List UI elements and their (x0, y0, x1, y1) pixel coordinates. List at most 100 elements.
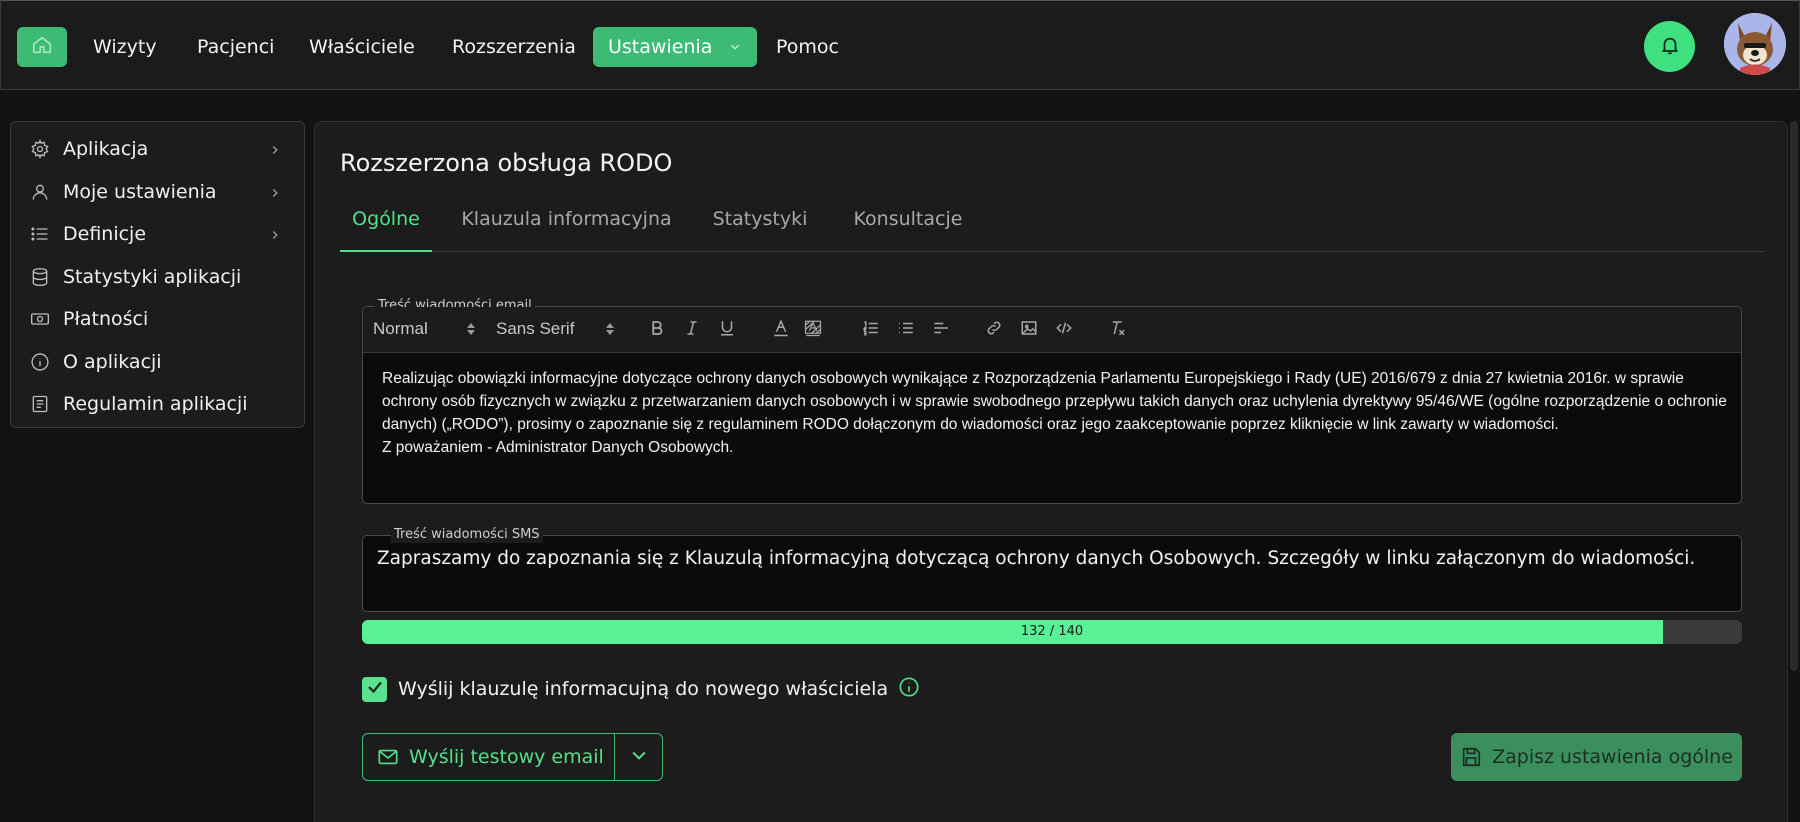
settings-sidebar: Aplikacja Moje ustawienia Definicje Stat… (10, 121, 305, 428)
sidebar-item-definicje[interactable]: Definicje (11, 213, 304, 256)
editor-toolbar: Normal Sans Serif (363, 307, 1741, 353)
background-color-icon (804, 319, 822, 341)
sms-field[interactable]: Treść wiadomości SMS Zapraszamy do zapoz… (362, 527, 1742, 612)
home-icon (31, 34, 53, 60)
chevron-down-icon (728, 28, 742, 68)
image-icon (1020, 319, 1038, 341)
nav-label: Wizyty (93, 36, 157, 58)
nav-label: Właściciele (309, 36, 415, 58)
bullet-list-icon (897, 319, 915, 341)
bold-button[interactable] (645, 319, 669, 341)
align-left-icon (931, 319, 951, 341)
italic-icon (683, 319, 701, 341)
sidebar-item-label: O aplikacji (63, 350, 162, 373)
nav-item-wizyty[interactable]: Wizyty (78, 27, 172, 67)
sidebar-item-statystyki-aplikacji[interactable]: Statystyki aplikacji (11, 256, 304, 299)
top-navbar: Wizyty Pacjenci Właściciele Rozszerzenia… (0, 0, 1800, 90)
email-signature: Z poważaniem - Administrator Danych Osob… (382, 439, 734, 456)
chevron-right-icon (268, 140, 282, 162)
sms-counter: 132 / 140 (1020, 624, 1084, 639)
tab-klauzula-informacyjna[interactable]: Klauzula informacyjna (460, 192, 673, 252)
gear-icon (29, 138, 51, 160)
home-button[interactable] (17, 27, 67, 67)
info-icon (29, 351, 51, 373)
italic-button[interactable] (680, 319, 704, 341)
send-test-email-button[interactable]: Wyślij testowy email (362, 733, 615, 781)
nav-item-pomoc[interactable]: Pomoc (761, 27, 854, 67)
clear-format-icon (1108, 319, 1128, 341)
sidebar-item-aplikacja[interactable]: Aplikacja (11, 128, 304, 171)
tab-konsultacje[interactable]: Konsultacje (848, 192, 968, 252)
email-editor-content[interactable]: Realizując obowiązki informacyjne dotycz… (382, 367, 1742, 459)
send-clause-checkbox[interactable] (362, 676, 387, 702)
user-icon (29, 181, 51, 203)
tab-label: Konsultacje (853, 208, 963, 230)
mail-icon (377, 746, 399, 768)
nav-label: Pomoc (776, 36, 839, 58)
chevron-down-icon (629, 745, 649, 769)
sidebar-item-label: Płatności (63, 308, 149, 331)
link-icon (985, 319, 1003, 341)
bullet-list-button[interactable] (894, 319, 918, 341)
tab-statystyki[interactable]: Statystyki (705, 192, 815, 252)
sidebar-item-regulamin-aplikacji[interactable]: Regulamin aplikacji (11, 383, 304, 426)
nav-label: Pacjenci (197, 36, 275, 58)
sidebar-item-label: Aplikacja (63, 138, 149, 161)
heading-select[interactable]: Normal (373, 319, 481, 339)
nav-item-wlasciciele[interactable]: Właściciele (294, 27, 430, 67)
email-paragraph: Realizując obowiązki informacyjne dotycz… (382, 370, 1727, 433)
database-icon (29, 266, 51, 288)
dog-avatar (1724, 13, 1786, 75)
tab-bar: Ogólne Klauzula informacyjna Statystyki … (340, 192, 1764, 252)
font-select-value: Sans Serif (496, 319, 575, 338)
nav-item-ustawienia[interactable]: Ustawienia (593, 27, 758, 68)
tab-ogolne[interactable]: Ogólne (340, 192, 432, 252)
underline-icon (718, 319, 736, 341)
code-button[interactable] (1052, 319, 1076, 341)
image-button[interactable] (1017, 319, 1041, 341)
background-color-button[interactable] (801, 319, 825, 341)
nav-item-rozszerzenia[interactable]: Rozszerzenia (437, 27, 591, 67)
underline-button[interactable] (715, 319, 739, 341)
send-test-email-label: Wyślij testowy email (409, 746, 604, 768)
sidebar-item-platnosci[interactable]: Płatności (11, 298, 304, 341)
ordered-list-button[interactable] (859, 319, 883, 341)
save-icon (1460, 746, 1482, 768)
notifications-button[interactable] (1644, 21, 1695, 72)
save-general-settings-button[interactable]: Zapisz ustawienia ogólne (1451, 733, 1742, 781)
avatar[interactable] (1724, 13, 1786, 75)
money-icon (29, 308, 51, 330)
sidebar-item-label: Definicje (63, 223, 147, 246)
sidebar-item-o-aplikacji[interactable]: O aplikacji (11, 341, 304, 384)
ordered-list-icon (862, 319, 880, 341)
info-icon[interactable] (898, 676, 920, 702)
bell-icon (1659, 34, 1681, 60)
send-test-email-dropdown[interactable] (614, 733, 663, 781)
link-button[interactable] (982, 319, 1006, 341)
text-color-icon (772, 319, 790, 341)
document-icon (29, 393, 51, 415)
nav-item-pacjenci[interactable]: Pacjenci (182, 27, 289, 67)
save-general-settings-label: Zapisz ustawienia ogólne (1492, 746, 1733, 768)
text-color-button[interactable] (769, 319, 793, 341)
sms-field-value: Zapraszamy do zapoznania się z Klauzulą … (377, 548, 1696, 569)
sidebar-item-label: Statystyki aplikacji (63, 265, 242, 288)
page-title: Rozszerzona obsługa RODO (340, 149, 673, 177)
send-clause-label[interactable]: Wyślij klauzulę informacujną do nowego w… (398, 678, 888, 700)
sidebar-item-label: Moje ustawienia (63, 180, 217, 203)
align-button[interactable] (929, 319, 953, 341)
tab-label: Klauzula informacyjna (461, 208, 672, 230)
font-select[interactable]: Sans Serif (496, 319, 618, 339)
page-scrollbar[interactable] (1790, 121, 1798, 671)
check-icon (366, 678, 384, 700)
sidebar-item-moje-ustawienia[interactable]: Moje ustawienia (11, 171, 304, 214)
nav-label: Rozszerzenia (452, 36, 576, 58)
code-icon (1055, 319, 1073, 341)
heading-select-value: Normal (373, 319, 428, 338)
list-icon (29, 223, 51, 245)
updown-icon (604, 321, 616, 342)
tab-label: Statystyki (712, 208, 808, 230)
chevron-right-icon (268, 225, 282, 247)
clear-format-button[interactable] (1106, 319, 1130, 341)
chevron-right-icon (268, 183, 282, 205)
